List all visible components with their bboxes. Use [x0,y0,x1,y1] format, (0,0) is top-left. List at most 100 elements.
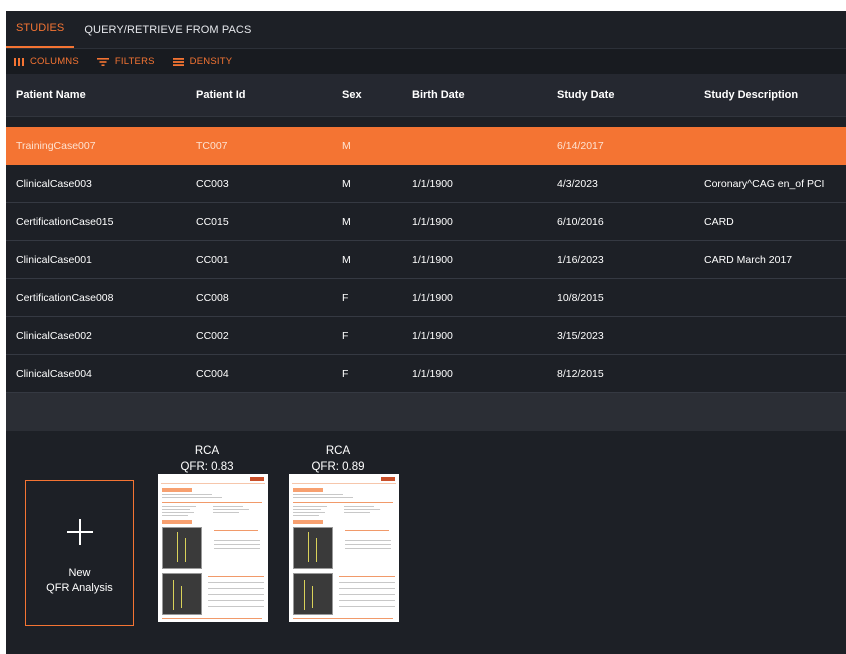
cell-patient-name: CertificationCase015 [16,215,114,228]
density-icon [172,57,184,66]
tab-query-retrieve[interactable]: QUERY/RETRIEVE FROM PACS [74,11,261,48]
report-text-line [162,515,188,516]
qfr-analysis-label: QFR Analysis [46,581,113,594]
cell-study-description: CARD [704,215,734,228]
report-text-line [339,606,395,607]
cell-birth-date: 1/1/1900 [412,177,453,190]
report-vessel: RCA [194,445,220,457]
filters-label: FILTERS [114,56,155,67]
cell-patient-id: CC002 [196,329,229,342]
report-text-line [214,548,260,549]
filter-icon [96,57,109,66]
cell-study-date: 10/8/2015 [557,291,604,304]
filters-button[interactable]: FILTERS [96,56,155,67]
cell-study-description: CARD March 2017 [704,253,793,266]
report-qfr-value: QFR: 0.89 [311,461,365,473]
cell-birth-date: 1/1/1900 [412,253,453,266]
report-rule [345,530,389,531]
report-rule [162,502,262,503]
new-qfr-analysis-button[interactable]: New QFR Analysis [25,480,134,626]
report-section-title [293,488,323,492]
report-text-line [293,506,327,507]
table-row[interactable]: CertificationCase008 CC008 F 1/1/1900 10… [6,279,846,317]
table-row[interactable]: ClinicalCase001 CC001 M 1/1/1900 1/16/20… [6,241,846,279]
cell-sex: M [342,139,351,152]
report-rule [293,618,393,619]
report-logo [250,477,264,481]
cell-sex: F [342,367,349,380]
report-text-line [345,548,391,549]
header-study-description[interactable]: Study Description [704,89,798,101]
report-text-line [339,594,395,595]
cell-patient-id: CC003 [196,177,229,190]
density-label: DENSITY [189,56,233,67]
header-study-date[interactable]: Study Date [557,89,614,101]
cell-sex: F [342,291,349,304]
cell-birth-date: 1/1/1900 [412,367,453,380]
angiogram-image [162,527,202,569]
section-divider [6,393,846,431]
angiogram-image [293,573,333,615]
table-row[interactable]: CertificationCase015 CC015 M 1/1/1900 6/… [6,203,846,241]
table-header: Patient Name Patient Id Sex Birth Date S… [6,74,846,117]
report-caption: RCA QFR: 0.89 [283,443,393,475]
cell-patient-name: ClinicalCase003 [16,177,92,190]
angiogram-image [293,527,333,569]
report-text-line [344,509,380,510]
cell-patient-id: TC007 [196,139,228,152]
report-text-line [214,544,260,545]
density-button[interactable]: DENSITY [172,56,233,67]
report-caption: RCA QFR: 0.83 [152,443,262,475]
cell-sex: F [342,329,349,342]
new-label: New [68,566,91,579]
report-vessel: RCA [325,445,351,457]
header-patient-id[interactable]: Patient Id [196,89,246,101]
columns-button[interactable]: COLUMNS [14,56,79,67]
cell-patient-id: CC008 [196,291,229,304]
report-section-title [162,520,192,524]
table-row[interactable]: ClinicalCase002 CC002 F 1/1/1900 3/15/20… [6,317,846,355]
cell-sex: M [342,253,351,266]
header-birth-date[interactable]: Birth Date [412,89,465,101]
report-table [339,576,395,577]
header-sex[interactable]: Sex [342,89,362,101]
report-text-line [208,588,264,589]
cell-patient-name: ClinicalCase001 [16,253,92,266]
tab-studies[interactable]: STUDIES [6,11,75,48]
report-text-line [293,515,319,516]
plus-icon [65,517,95,552]
report-text-line [293,512,325,513]
cell-study-date: 6/10/2016 [557,215,604,228]
report-thumbnail[interactable] [289,474,399,622]
cell-sex: M [342,215,351,228]
angiogram-image [162,573,202,615]
cell-study-date: 6/14/2017 [557,139,604,152]
report-thumbnail[interactable] [158,474,268,622]
report-text-line [162,509,190,510]
report-text-line [293,494,343,495]
table-row[interactable]: ClinicalCase003 CC003 M 1/1/1900 4/3/202… [6,165,846,203]
report-text-line [293,497,353,498]
report-text-line [162,506,196,507]
report-text-line [162,512,194,513]
analysis-panel: New QFR Analysis RCA QFR: 0.83 RCA QFR: … [6,431,846,654]
cell-sex: M [342,177,351,190]
report-rule [162,618,262,619]
columns-icon [14,57,24,66]
table-toolbar: COLUMNS FILTERS DENSITY [6,49,846,74]
report-table [208,576,264,577]
table-gap [6,117,846,127]
cell-study-description: Coronary^CAG en_of PCI [704,177,825,190]
report-text-line [213,506,243,507]
table-row-selected[interactable]: TrainingCase007 TC007 M 6/14/2017 [6,127,846,165]
table-row[interactable]: ClinicalCase004 CC004 F 1/1/1900 8/12/20… [6,355,846,393]
cell-patient-id: CC001 [196,253,229,266]
cell-birth-date: 1/1/1900 [412,215,453,228]
report-text-line [208,600,264,601]
report-logo [381,477,395,481]
cell-study-date: 1/16/2023 [557,253,604,266]
report-text-line [213,509,249,510]
report-rule [293,502,393,503]
header-patient-name[interactable]: Patient Name [16,89,86,101]
report-text-line [339,600,395,601]
